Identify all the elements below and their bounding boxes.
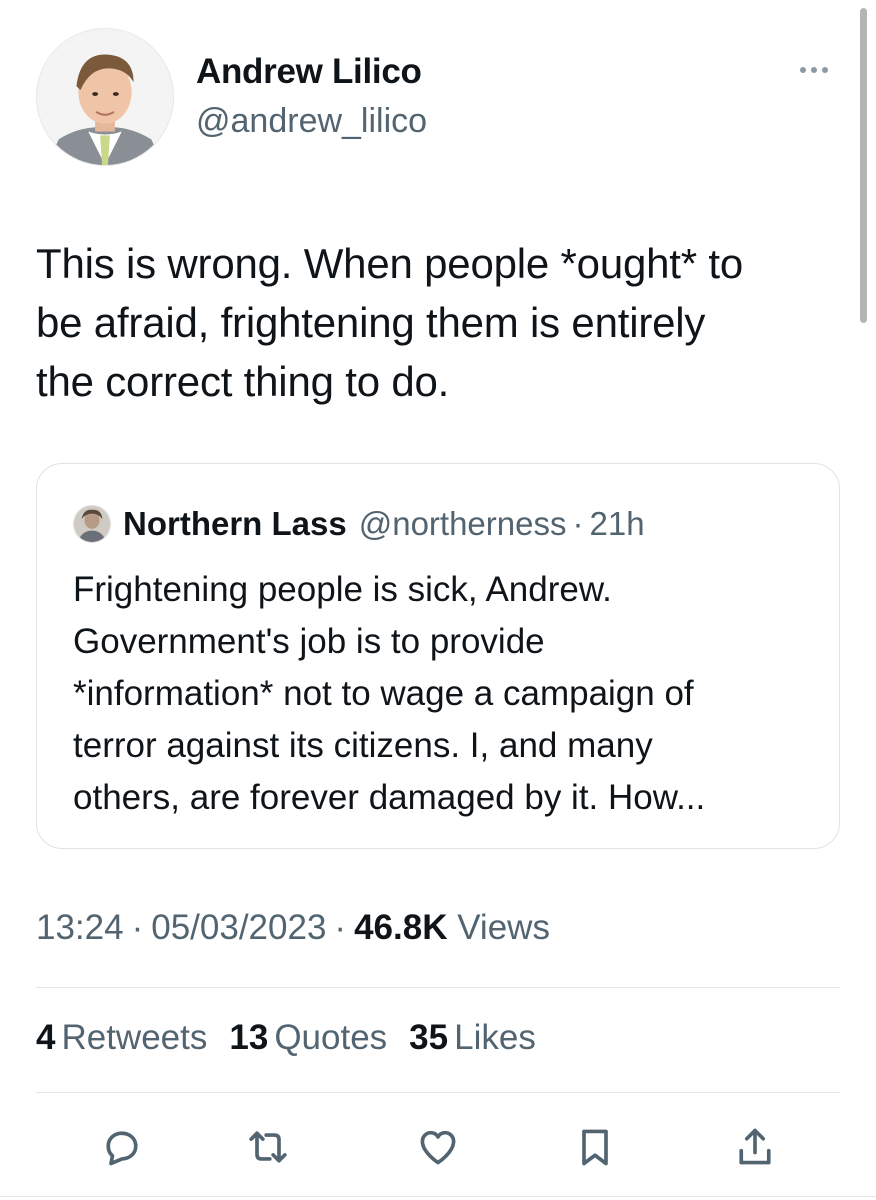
quoted-author-avatar[interactable] — [73, 505, 111, 543]
tweet-time[interactable]: 13:24 — [36, 908, 124, 947]
separator-dot: · — [131, 908, 144, 947]
quoted-tweet-text: Frightening people is sick, Andrew. Gove… — [73, 570, 706, 817]
more-dot — [822, 67, 828, 73]
retweets-label: Retweets — [61, 1018, 208, 1057]
author-name[interactable]: Andrew Lilico — [196, 52, 422, 92]
retweets-count: 4 — [36, 1018, 56, 1057]
views-label: Views — [457, 908, 550, 947]
quoted-avatar-image — [74, 506, 110, 542]
more-dot — [800, 67, 806, 73]
tweet-date[interactable]: 05/03/2023 — [151, 908, 326, 947]
share-button[interactable] — [730, 1122, 780, 1172]
divider — [36, 1092, 840, 1093]
quoted-tweet[interactable]: Northern Lass @northerness · 21h Frighte… — [36, 463, 840, 849]
bookmark-button[interactable] — [570, 1122, 620, 1172]
reply-icon — [106, 1131, 138, 1166]
quoted-timestamp[interactable]: 21h — [589, 505, 644, 543]
quotes-label: Quotes — [274, 1018, 388, 1057]
retweet-button[interactable] — [243, 1122, 293, 1172]
views-count: 46.8K — [354, 908, 448, 947]
retweet-icon — [249, 1131, 287, 1163]
quotes-count: 13 — [229, 1018, 269, 1057]
bookmark-icon — [582, 1129, 608, 1166]
tweet-meta: 13:24 · 05/03/2023 · 46.8K Views — [36, 908, 550, 948]
separator-dot: · — [334, 908, 347, 947]
author-avatar[interactable] — [36, 28, 174, 166]
separator-dot: · — [572, 505, 584, 542]
like-button[interactable] — [413, 1122, 463, 1172]
quoted-author-handle[interactable]: @northerness — [359, 505, 567, 543]
author-handle[interactable]: @andrew_lilico — [196, 102, 427, 141]
more-icon[interactable] — [794, 58, 834, 82]
share-icon — [739, 1128, 771, 1165]
retweets-stat[interactable]: 4 Retweets — [36, 1018, 207, 1058]
tweet-text: This is wrong. When people *ought* to be… — [36, 240, 744, 405]
quotes-stat[interactable]: 13 Quotes — [229, 1018, 387, 1058]
likes-label: Likes — [454, 1018, 536, 1057]
likes-stat[interactable]: 35 Likes — [409, 1018, 536, 1058]
author-avatar-image — [37, 29, 173, 165]
reply-button[interactable] — [97, 1122, 147, 1172]
tweet-stats: 4 Retweets 13 Quotes 35 Likes — [36, 1018, 558, 1058]
quoted-tweet-header: Northern Lass @northerness · 21h — [73, 502, 645, 546]
scrollbar[interactable] — [860, 8, 867, 323]
quoted-author-name[interactable]: Northern Lass — [123, 505, 347, 543]
like-icon — [420, 1130, 456, 1165]
more-dot — [811, 67, 817, 73]
bottom-divider — [0, 1196, 876, 1197]
likes-count: 35 — [409, 1018, 449, 1057]
tweet-page: Andrew Lilico @andrew_lilico This is wro… — [0, 0, 876, 1200]
divider — [36, 987, 840, 988]
